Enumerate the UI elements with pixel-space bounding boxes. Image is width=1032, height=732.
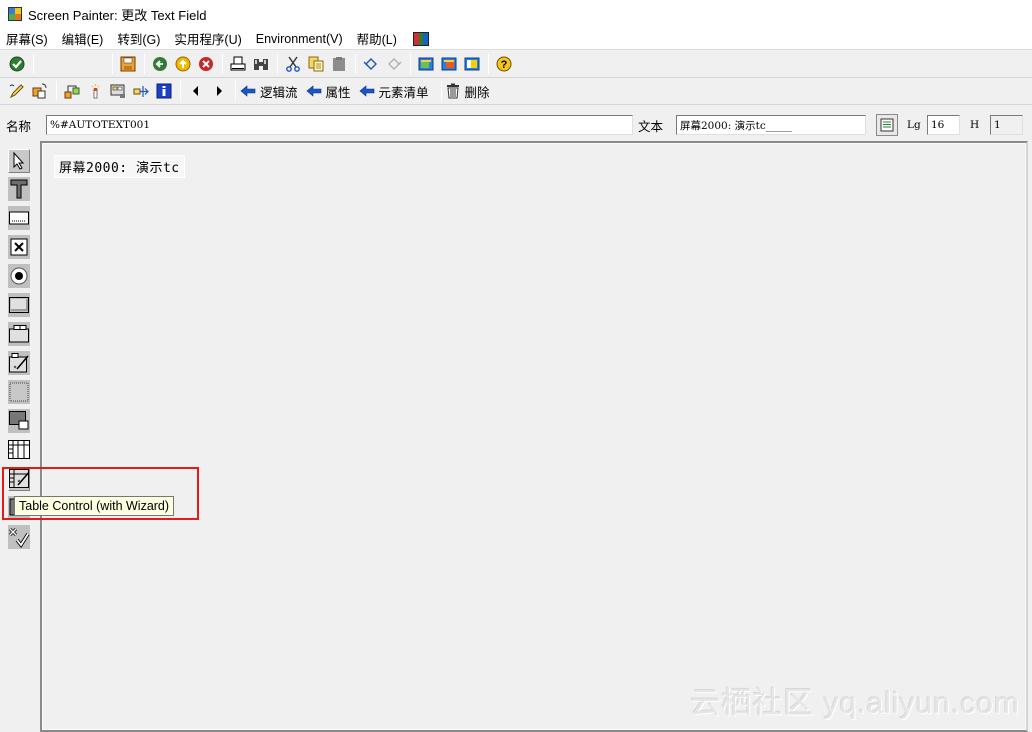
attributes-row: 名称 %#AUTOTEXT001 文本 屏幕2000: 演示tc_____ Lg… [0, 110, 1032, 140]
application-toolbar: 逻辑流 属性 元素清单 删除 [0, 78, 1032, 105]
enter-icon[interactable] [6, 53, 28, 75]
toolbar-separator [410, 54, 411, 74]
arrow-left-icon [306, 85, 321, 97]
text-field[interactable]: 屏幕2000: 演示tc_____ [676, 115, 866, 135]
h-label: H [970, 119, 980, 131]
list-icon [880, 118, 894, 132]
next-icon[interactable] [208, 80, 230, 102]
toolbar-separator [33, 54, 34, 74]
paste-icon[interactable] [328, 53, 350, 75]
arrow-left-icon [240, 85, 256, 97]
pushbutton-icon[interactable] [8, 293, 30, 317]
screen-painter-window: Screen Painter: 更改 Text Field 屏幕(S) 编辑(E… [0, 0, 1032, 732]
move-element-icon[interactable] [130, 80, 152, 102]
exit-icon[interactable] [172, 53, 194, 75]
cancel-icon[interactable] [195, 53, 217, 75]
toolbar-separator [222, 54, 223, 74]
length-field[interactable]: 16 [927, 115, 960, 135]
toolbar-separator [144, 54, 145, 74]
previous-icon[interactable] [185, 80, 207, 102]
menu-screen[interactable]: 屏幕(S) [6, 29, 48, 48]
arrow-left-icon [359, 85, 374, 97]
cut-icon[interactable] [282, 53, 304, 75]
checkbox-icon[interactable] [8, 235, 30, 259]
text-field-icon[interactable] [8, 177, 30, 201]
print-icon[interactable] [227, 53, 249, 75]
toolbar-separator [277, 54, 278, 74]
copy-icon[interactable] [305, 53, 327, 75]
flow-logic-button[interactable]: 逻辑流 [240, 80, 298, 102]
save-icon[interactable] [117, 53, 139, 75]
name-value: %#AUTOTEXT001 [50, 119, 151, 131]
delete-button[interactable]: 删除 [446, 80, 490, 102]
menu-goto[interactable]: 转到(G) [117, 29, 160, 48]
input-output-field-icon[interactable] [8, 206, 30, 230]
toolbar-separator [488, 54, 489, 74]
toolbar-separator [235, 81, 236, 101]
text-label: 文本 [638, 119, 664, 134]
copy-element-icon[interactable] [29, 80, 51, 102]
subscreen-area-icon[interactable] [8, 409, 30, 433]
menu-help[interactable]: 帮助(L) [357, 29, 397, 48]
toolbar-separator [180, 81, 181, 101]
height-field[interactable]: 1 [990, 115, 1023, 135]
text-elements-button[interactable] [876, 114, 898, 136]
help-icon[interactable]: ? [493, 53, 515, 75]
name-label: 名称 [6, 119, 32, 134]
edit-pencil-icon[interactable] [6, 80, 28, 102]
height-value: 1 [994, 119, 1001, 131]
toolbar-separator [112, 54, 113, 74]
table-control-icon[interactable] [8, 438, 30, 462]
name-field[interactable]: %#AUTOTEXT001 [46, 115, 633, 135]
insert-icon[interactable] [84, 80, 106, 102]
info-icon[interactable] [153, 80, 175, 102]
select-pointer-icon[interactable] [8, 149, 30, 173]
delete-label: 删除 [464, 85, 490, 100]
tabstrip-wizard-icon[interactable] [8, 351, 30, 375]
element-list-label: 元素清单 [378, 85, 429, 100]
screen-element-icon[interactable] [107, 80, 129, 102]
hierarchy-icon[interactable] [61, 80, 83, 102]
menu-edit[interactable]: 编辑(E) [62, 29, 104, 48]
toolbar-separator [56, 81, 57, 101]
tabstrip-control-icon[interactable] [8, 322, 30, 346]
undo-icon[interactable] [360, 53, 382, 75]
redo-icon[interactable] [383, 53, 405, 75]
layout-icon-3[interactable] [461, 53, 483, 75]
layout-icon-1[interactable] [415, 53, 437, 75]
menu-environment[interactable]: Environment(V) [256, 32, 343, 46]
toolbar-separator [440, 81, 442, 101]
element-palette [0, 143, 40, 732]
layout-canvas[interactable]: 屏幕2000: 演示tc [40, 141, 1028, 732]
length-value: 16 [931, 119, 945, 131]
box-icon[interactable] [8, 380, 30, 404]
menu-utilities[interactable]: 实用程序(U) [174, 29, 241, 48]
text-value: 屏幕2000: 演示tc_____ [680, 119, 792, 132]
title-bar: Screen Painter: 更改 Text Field [0, 0, 1032, 28]
standard-toolbar: ? [0, 51, 1032, 78]
toolbar-separator [355, 54, 356, 74]
status-icon[interactable] [8, 525, 30, 549]
attributes-label: 属性 [325, 85, 351, 100]
trash-icon [446, 83, 459, 99]
attributes-button[interactable]: 属性 [306, 80, 351, 102]
find-icon[interactable] [250, 53, 272, 75]
back-icon[interactable] [149, 53, 171, 75]
svg-text:?: ? [501, 59, 508, 71]
menu-bar: 屏幕(S) 编辑(E) 转到(G) 实用程序(U) Environment(V)… [0, 28, 1032, 50]
window-title: Screen Painter: 更改 Text Field [28, 7, 207, 23]
canvas-text-element[interactable]: 屏幕2000: 演示tc [54, 155, 185, 178]
radio-button-icon[interactable] [8, 264, 30, 288]
watermark: 云栖社区 yq.aliyun.com [690, 687, 1020, 720]
element-list-button[interactable]: 元素清单 [359, 80, 429, 102]
color-palette-icon[interactable] [412, 31, 429, 46]
tooltip: Table Control (with Wizard) [14, 496, 175, 516]
layout-icon-2[interactable] [438, 53, 460, 75]
flow-logic-label: 逻辑流 [260, 85, 298, 100]
lg-label: Lg [907, 119, 921, 131]
table-control-wizard-icon[interactable] [8, 467, 30, 491]
app-icon [8, 7, 22, 21]
